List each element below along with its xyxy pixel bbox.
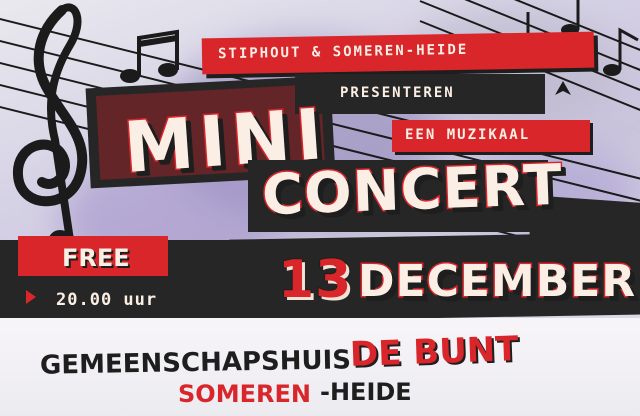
venue-highlight: DE BUNT	[349, 329, 520, 375]
music-note-icon	[120, 29, 179, 83]
place-someren: SOMEREN	[178, 380, 311, 408]
venue-name: GEMEENSCHAPSHUIS	[39, 345, 352, 381]
place-heide: -HEIDE	[320, 378, 412, 406]
free-label: FREE	[62, 244, 130, 272]
title-concert: CONCERT	[259, 151, 565, 229]
een-muzikaal-text: EEN MUZIKAAL	[405, 127, 531, 143]
date-month: DECEMBER	[356, 255, 637, 309]
time-text: 20.00 uur	[56, 290, 158, 310]
presenteren-text: PRESENTEREN	[340, 85, 455, 101]
date-number: 13	[277, 249, 353, 311]
arrow-icon	[10, 290, 36, 304]
concert-poster: STIPHOUT & SOMEREN-HEIDE PRESENTEREN EEN…	[0, 0, 640, 416]
